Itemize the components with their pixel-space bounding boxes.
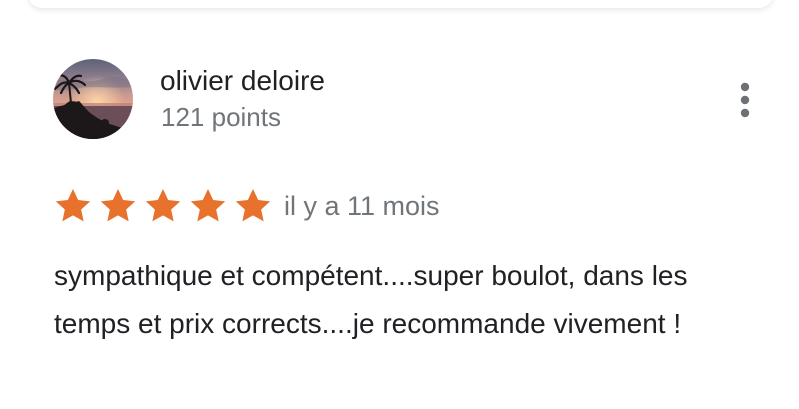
author-points: 121 points <box>161 102 281 132</box>
sunset-photo-icon <box>53 59 133 139</box>
star-icon <box>53 186 93 226</box>
review-card: olivier deloire 121 points il y a 11 moi… <box>0 0 799 409</box>
star-rating <box>53 186 278 226</box>
star-icon <box>143 186 183 226</box>
avatar[interactable] <box>53 59 133 139</box>
author-name[interactable]: olivier deloire <box>160 64 325 98</box>
star-icon <box>98 186 138 226</box>
more-vert-icon <box>740 82 750 118</box>
review-date: il y a 11 mois <box>284 191 440 221</box>
rating-row: il y a 11 mois <box>53 184 440 228</box>
more-options-button[interactable] <box>727 76 763 122</box>
star-icon <box>233 186 273 226</box>
star-icon <box>188 186 228 226</box>
review-text: sympathique et compétent....super boulot… <box>54 260 688 339</box>
